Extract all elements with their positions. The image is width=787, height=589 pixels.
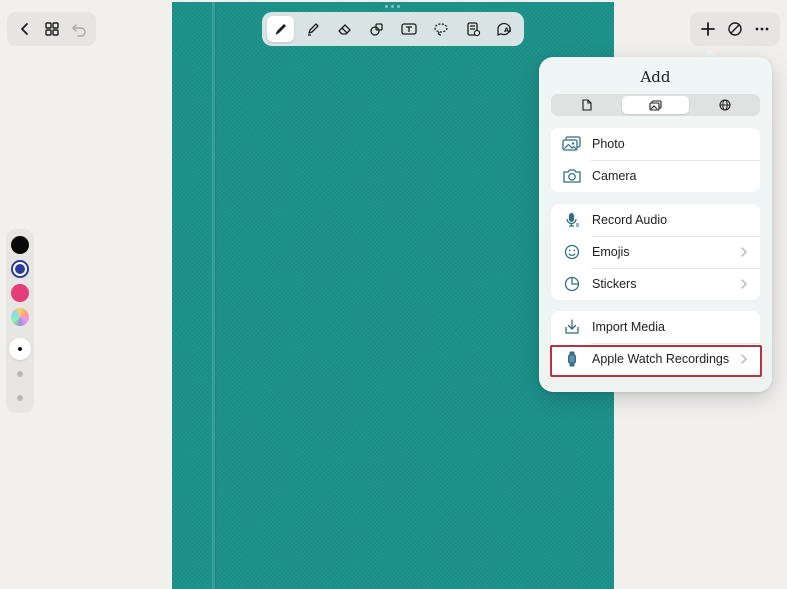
color-swatch-black[interactable] <box>11 236 29 254</box>
plus-icon[interactable] <box>696 17 720 41</box>
ellipsis-icon[interactable] <box>750 17 774 41</box>
eraser-icon[interactable] <box>331 16 358 42</box>
menu-item-photo[interactable]: Photo <box>551 128 760 160</box>
globe-icon <box>718 99 731 111</box>
popover-title: Add <box>640 68 671 86</box>
segment-web[interactable] <box>691 96 758 114</box>
import-icon <box>562 317 582 337</box>
menu-item-label: Stickers <box>592 277 637 291</box>
microphone-icon <box>562 210 582 230</box>
image-icon <box>649 99 662 111</box>
ai-assist-icon[interactable]: AI <box>491 16 518 42</box>
color-picker-icon[interactable] <box>11 308 29 326</box>
stroke-size-large[interactable] <box>9 338 31 360</box>
lasso-icon[interactable] <box>427 16 454 42</box>
photo-icon <box>562 134 582 154</box>
navigation-group <box>7 12 96 46</box>
menu-item-label: Import Media <box>592 320 665 334</box>
stroke-size-medium[interactable] <box>17 371 23 377</box>
sticker-icon <box>562 274 582 294</box>
menu-item-stickers[interactable]: Stickers <box>551 268 760 300</box>
drawing-toolbar: AI <box>262 12 524 46</box>
add-group-import: Import Media Apple Watch Recordings <box>551 311 760 375</box>
menu-item-record-audio[interactable]: Record Audio <box>551 204 760 236</box>
sticker-icon[interactable] <box>459 16 486 42</box>
slash-circle-icon[interactable] <box>723 17 747 41</box>
drag-handle[interactable] <box>385 5 400 8</box>
color-swatch-pink[interactable] <box>11 284 29 302</box>
document-icon <box>581 99 592 111</box>
text-box-icon[interactable] <box>395 16 422 42</box>
highlighter-icon[interactable] <box>299 16 326 42</box>
add-type-segmented-control <box>551 94 760 116</box>
stroke-size-small[interactable] <box>17 395 23 401</box>
camera-icon <box>562 166 582 186</box>
chevron-right-icon <box>738 353 750 365</box>
chevron-right-icon <box>738 278 750 290</box>
menu-item-apple-watch-recordings[interactable]: Apple Watch Recordings <box>551 343 760 375</box>
menu-item-label: Emojis <box>592 245 630 259</box>
shapes-icon[interactable] <box>363 16 390 42</box>
color-palette <box>6 229 34 413</box>
watch-icon <box>562 349 582 369</box>
add-popover: Add Photo Camera Record Audio Emojis Sti… <box>539 57 772 392</box>
menu-item-label: Camera <box>592 169 637 183</box>
chevron-right-icon <box>738 246 750 258</box>
notebook-spine <box>212 2 215 589</box>
add-group-content: Record Audio Emojis Stickers <box>551 204 760 300</box>
undo-icon[interactable] <box>67 17 91 41</box>
segment-document[interactable] <box>553 96 620 114</box>
menu-item-label: Record Audio <box>592 213 668 227</box>
menu-item-label: Apple Watch Recordings <box>592 352 730 366</box>
chevron-left-icon[interactable] <box>13 17 37 41</box>
add-group-media: Photo Camera <box>551 128 760 192</box>
color-swatch-blue[interactable] <box>11 260 29 278</box>
menu-item-import-media[interactable]: Import Media <box>551 311 760 343</box>
segment-image[interactable] <box>622 96 689 114</box>
menu-item-camera[interactable]: Camera <box>551 160 760 192</box>
grid-icon[interactable] <box>40 17 64 41</box>
menu-item-label: Photo <box>592 137 625 151</box>
actions-group <box>690 12 780 46</box>
pen-icon[interactable] <box>267 16 294 42</box>
svg-text:AI: AI <box>504 26 511 34</box>
menu-item-emojis[interactable]: Emojis <box>551 236 760 268</box>
smiley-icon <box>562 242 582 262</box>
